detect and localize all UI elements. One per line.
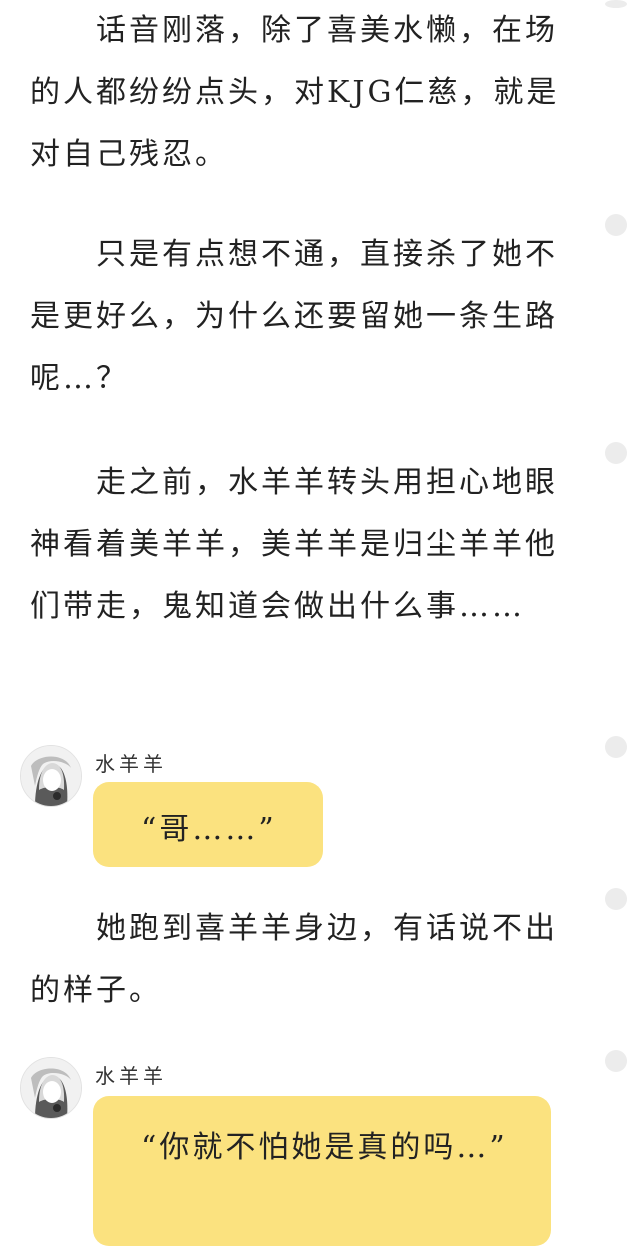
story-paragraph-2: 只是有点想不通，直接杀了她不是更好么，为什么还要留她一条生路呢…？ bbox=[30, 237, 558, 396]
comment-dot-icon[interactable] bbox=[605, 214, 627, 236]
story-paragraph-1: 话音刚落，除了喜美水懒，在场的人都纷纷点头，对KJG仁慈，就是对自己残忍。 bbox=[30, 13, 560, 172]
message-bubble: “你就不怕她是真的吗…” bbox=[93, 1096, 551, 1246]
avatar-image bbox=[21, 746, 81, 806]
story-paragraph-4: 她跑到喜羊羊身边，有话说不出的样子。 bbox=[30, 911, 558, 1008]
comment-dot-icon[interactable] bbox=[605, 442, 627, 464]
message-text: “你就不怕她是真的吗…” bbox=[141, 1130, 508, 1165]
story-paragraph-3: 走之前，水羊羊转头用担心地眼神看着美羊羊，美羊羊是归尘羊羊他们带走，鬼知道会做出… bbox=[30, 465, 558, 624]
message-bubble: “哥……” bbox=[93, 782, 323, 867]
message-text: “哥……” bbox=[141, 812, 277, 847]
avatar-image bbox=[21, 1058, 81, 1118]
avatar[interactable] bbox=[20, 745, 82, 807]
comment-dot-icon[interactable] bbox=[605, 1050, 627, 1072]
avatar[interactable] bbox=[20, 1057, 82, 1119]
comment-dot-icon[interactable] bbox=[605, 888, 627, 910]
comment-dot-icon[interactable] bbox=[605, 736, 627, 758]
comment-dot-icon[interactable] bbox=[605, 0, 627, 8]
message-sender-name: 水羊羊 bbox=[95, 752, 167, 776]
message-sender-name: 水羊羊 bbox=[95, 1064, 167, 1088]
